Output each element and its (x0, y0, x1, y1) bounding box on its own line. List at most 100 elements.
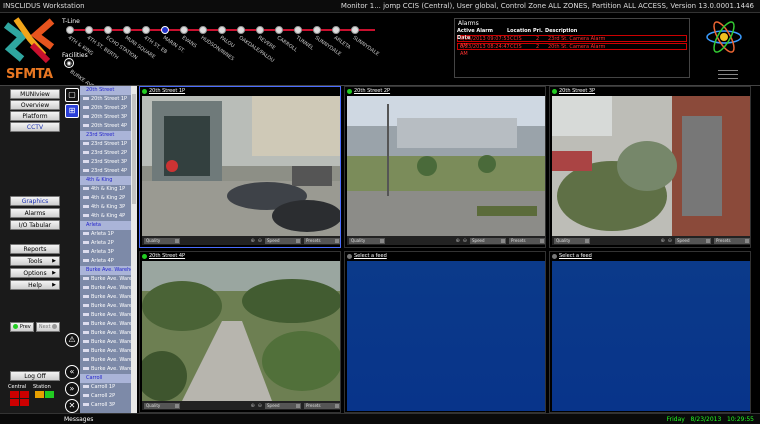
camera-item[interactable]: Arleta 1P (80, 230, 137, 239)
camera-tile[interactable]: 20th Street 3P Quality ⊕ ⊖ Speed Presets (549, 86, 751, 248)
camera-item[interactable]: Arleta 4P (80, 257, 137, 266)
zoom-in-icon[interactable]: ⊕ (251, 403, 255, 409)
camera-item[interactable]: 20th Street 3P (80, 113, 137, 122)
camera-item[interactable]: Burke Ave. Ware (80, 293, 137, 302)
cctv-button[interactable]: CCTV (10, 122, 60, 132)
camera-tile[interactable]: 20th Street 4P Quality ⊕ ⊖ Speed Presets (139, 251, 341, 413)
station-dot-icon[interactable] (161, 26, 169, 34)
station-dot-icon[interactable] (332, 26, 340, 34)
zoom-out-icon[interactable]: ⊖ (258, 403, 262, 409)
camera-item[interactable]: Burke Ave. Ware (80, 365, 137, 374)
camera-item[interactable]: 4th & King 4P (80, 212, 137, 221)
grid-view-icon[interactable]: ⊞ (65, 104, 79, 118)
graphics-button[interactable]: Graphics (10, 196, 60, 206)
camera-tile[interactable]: 20th Street 1P Quality ⊕ ⊖ Speed Presets (139, 86, 341, 248)
camera-item[interactable]: Burke Ave. Ware (80, 329, 137, 338)
io-tabular-button[interactable]: I/O Tabular (10, 220, 60, 230)
camera-item[interactable]: 23rd Street 2P (80, 149, 137, 158)
tile-caption[interactable]: Select a feed (345, 252, 545, 261)
messages-label[interactable]: Messages (64, 416, 93, 423)
camera-list-scrollbar[interactable] (131, 86, 137, 413)
camera-group[interactable]: Burke Ave. Warehouse (80, 266, 137, 275)
menu-icon[interactable] (718, 70, 738, 79)
zoom-out-icon[interactable]: ⊖ (258, 238, 262, 244)
facility-icon[interactable]: ◉ (64, 58, 74, 68)
rewind-icon[interactable]: « (65, 365, 79, 379)
muniview-button[interactable]: MUNIview (10, 89, 60, 99)
camera-item[interactable]: Arleta 3P (80, 248, 137, 257)
tile-caption[interactable]: Select a feed (550, 252, 750, 261)
zoom-out-icon[interactable]: ⊖ (463, 238, 467, 244)
camera-item[interactable]: 20th Street 1P (80, 95, 137, 104)
camera-feed[interactable] (552, 96, 750, 236)
zoom-in-icon[interactable]: ⊕ (661, 238, 665, 244)
tile-caption[interactable]: 20th Street 1P (140, 87, 340, 96)
station-dot-icon[interactable] (275, 26, 283, 34)
camera-item[interactable]: 4th & King 2P (80, 194, 137, 203)
camera-item[interactable]: Burke Ave. Ware (80, 356, 137, 365)
speed-select[interactable]: Speed (675, 237, 711, 244)
forward-icon[interactable]: » (65, 382, 79, 396)
camera-group[interactable]: Carroll (80, 374, 137, 383)
presets-select[interactable]: Presets (714, 237, 750, 244)
camera-item[interactable]: Carroll 2P (80, 392, 137, 401)
empty-feed[interactable] (552, 261, 750, 411)
camera-item[interactable]: Burke Ave. Ware (80, 320, 137, 329)
camera-item[interactable]: Carroll 1P (80, 383, 137, 392)
quality-select[interactable]: Quality (554, 237, 590, 244)
tile-caption[interactable]: 20th Street 3P (550, 87, 750, 96)
alarms-button[interactable]: Alarms (10, 208, 60, 218)
camera-item[interactable]: 4th & King 1P (80, 185, 137, 194)
camera-item[interactable]: Burke Ave. Ware (80, 338, 137, 347)
presets-select[interactable]: Presets (304, 402, 340, 409)
station-dot-icon[interactable] (123, 26, 131, 34)
empty-feed[interactable] (347, 261, 545, 411)
tile-caption[interactable]: 20th Street 4P (140, 252, 340, 261)
options-menu[interactable]: Options ▶ (10, 268, 60, 278)
camera-tile[interactable]: Select a feed (344, 251, 546, 413)
alarm-row[interactable]: 8/23/2013 09:07:53 AM CCIS 2 23rd St. Ca… (457, 35, 687, 49)
camera-item[interactable]: Burke Ave. Ware (80, 275, 137, 284)
camera-feed[interactable] (142, 261, 340, 401)
camera-item[interactable]: 23rd Street 4P (80, 167, 137, 176)
zoom-in-icon[interactable]: ⊕ (456, 238, 460, 244)
camera-group[interactable]: Arleta (80, 221, 137, 230)
quality-select[interactable]: Quality (349, 237, 385, 244)
overview-button[interactable]: Overview (10, 100, 60, 110)
camera-group[interactable]: 20th Street (80, 86, 137, 95)
camera-item[interactable]: Burke Ave. Ware (80, 302, 137, 311)
camera-group[interactable]: 23rd Street (80, 131, 137, 140)
reports-button[interactable]: Reports (10, 244, 60, 254)
station-dot-icon[interactable] (218, 26, 226, 34)
station-dot-icon[interactable] (237, 26, 245, 34)
station-dot-icon[interactable] (256, 26, 264, 34)
presets-select[interactable]: Presets (304, 237, 340, 244)
camera-item[interactable]: Burke Ave. Ware (80, 311, 137, 320)
station-dot-icon[interactable] (85, 26, 93, 34)
close-icon[interactable]: ✕ (65, 399, 79, 413)
station-dot-icon[interactable] (180, 26, 188, 34)
camera-item[interactable]: 4th & King 3P (80, 203, 137, 212)
station-dot-icon[interactable] (66, 26, 74, 34)
station-dot-icon[interactable] (142, 26, 150, 34)
zoom-in-icon[interactable]: ⊕ (251, 238, 255, 244)
camera-item[interactable]: 23rd Street 1P (80, 140, 137, 149)
camera-item[interactable]: 20th Street 4P (80, 122, 137, 131)
help-menu[interactable]: Help ▶ (10, 280, 60, 290)
speed-select[interactable]: Speed (265, 237, 301, 244)
zoom-out-icon[interactable]: ⊖ (668, 238, 672, 244)
speed-select[interactable]: Speed (470, 237, 506, 244)
warning-icon[interactable]: ⚠ (65, 333, 79, 347)
platform-button[interactable]: Platform (10, 111, 60, 121)
prev-button[interactable]: Prev (10, 322, 34, 332)
camera-item[interactable]: Carroll 3P (80, 401, 137, 410)
station-dot-icon[interactable] (199, 26, 207, 34)
alarm-row[interactable]: 8/23/2013 08:24:47 AM CCIS 2 20th St. Ca… (457, 43, 687, 57)
next-button[interactable]: Next (36, 322, 60, 332)
camera-item[interactable]: Arleta 2P (80, 239, 137, 248)
scrollbar-thumb[interactable] (132, 94, 136, 204)
camera-tile[interactable]: 20th Street 2P Quality ⊕ ⊖ Speed Presets (344, 86, 546, 248)
camera-item[interactable]: 23rd Street 3P (80, 158, 137, 167)
single-view-icon[interactable]: ▢ (65, 88, 79, 102)
station-dot-icon[interactable] (351, 26, 359, 34)
